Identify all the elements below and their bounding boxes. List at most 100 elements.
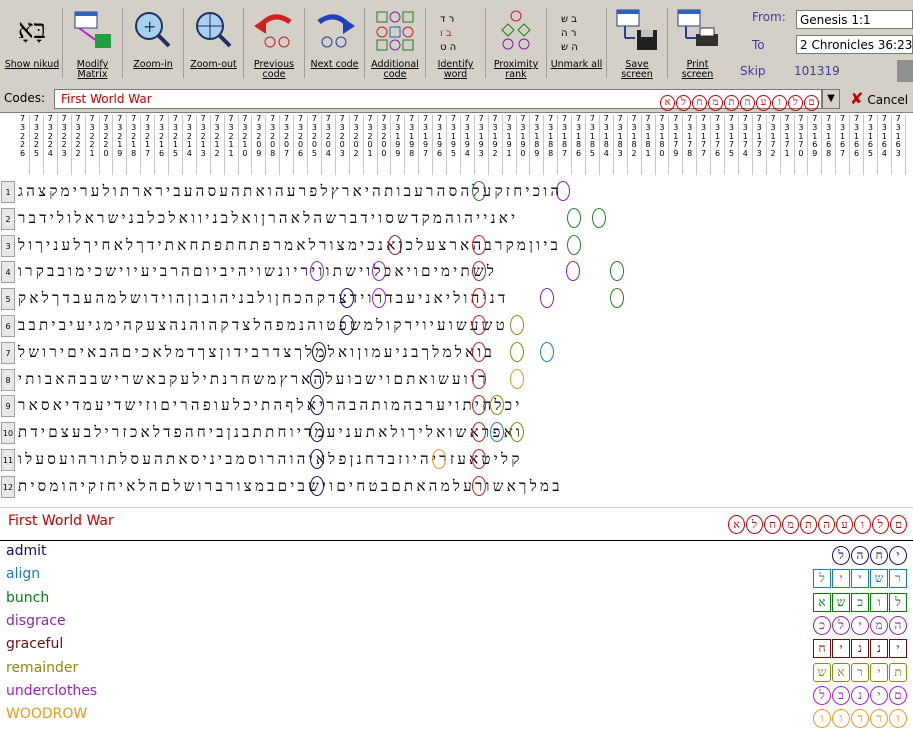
- term-hebrew-letter: ת: [800, 515, 817, 534]
- legend-word[interactable]: remainder: [6, 660, 78, 676]
- letter-matrix: 1 הוכיחזקעלהסהרעבותהיארץלפרעהואתהעסהעבירא…: [0, 177, 913, 507]
- codes-hebrew-letter: ת: [724, 95, 739, 111]
- legend-word[interactable]: align: [6, 566, 40, 582]
- matrix-row[interactable]: יכלחיתויערבהמותהבהריאלףהתיכלעופהריםוזישד…: [18, 393, 908, 418]
- additional-code-button[interactable]: Additional code: [367, 4, 423, 84]
- matrix-row[interactable]: רוועשואתםוישבועלהארץמשחרנתילעקבאשרישבבהא…: [18, 367, 908, 392]
- codes-hebrew-letter: מ: [708, 95, 723, 111]
- column-header: 7 3 2 1 5: [169, 114, 183, 175]
- letter-marker: [540, 341, 554, 362]
- scroll-stub[interactable]: [897, 60, 913, 82]
- cancel-button[interactable]: ✘ Cancel: [850, 88, 913, 110]
- legend-word[interactable]: graceful: [6, 636, 63, 652]
- column-header: 7 3 1 8 2: [628, 114, 642, 175]
- letter-marker: [472, 341, 486, 362]
- modify-matrix-button[interactable]: Modify Matrix: [65, 4, 121, 84]
- legend-letter: ל: [889, 592, 907, 612]
- legend-letter: מ: [870, 615, 888, 635]
- legend-word[interactable]: bunch: [6, 590, 49, 606]
- legend-letters: שארית: [812, 661, 907, 682]
- letter-marker: [340, 315, 354, 335]
- legend-letters: אשכול: [812, 591, 907, 612]
- unmark-all-button[interactable]: ב ש ר ה ה ש Unmark all: [549, 4, 605, 84]
- identify-icon: ר ד ב ו ה ט: [440, 14, 456, 53]
- row-number: 2: [1, 207, 15, 230]
- range-panel: From: Genesis 1:1 To 2 Chronicles 36:23 …: [738, 4, 913, 84]
- codes-hebrew-letter: א: [660, 95, 675, 111]
- save-screen-button[interactable]: Save screen: [609, 4, 665, 84]
- legend-letter: ו: [832, 709, 850, 729]
- column-header: 7 3 1 9 5: [447, 114, 461, 175]
- column-header: 7 3 1 7 9: [669, 114, 684, 175]
- letter-marker: [472, 315, 486, 335]
- previous-code-button[interactable]: Previous code: [246, 4, 302, 84]
- row-number: 5: [1, 288, 15, 311]
- matrix-row[interactable]: ביוןמקרבהארצעלכןאנכימצורלאמרפתחתפתחאתידך…: [18, 233, 908, 258]
- codes-dropdown-button[interactable]: ▼: [822, 89, 840, 109]
- column-header: 7 3 1 8 9: [530, 114, 545, 175]
- printer-icon: [677, 9, 718, 46]
- previous-code-label: Previous code: [253, 59, 295, 80]
- term-hebrew-letter: ח: [764, 515, 781, 534]
- matrix-row[interactable]: לשתימיםויאכלוישתוויריונשויהיביוםהרביעיוי…: [18, 259, 908, 284]
- column-header: 7 3 1 9 0: [516, 114, 531, 175]
- legend-letters: וודרו: [812, 707, 907, 729]
- next-code-button[interactable]: Next code: [307, 4, 363, 84]
- column-header: 7 3 2 0 6: [294, 114, 308, 175]
- identify-word-button[interactable]: ר ד ב ו ה ט Identify word: [428, 4, 484, 84]
- proximity-rank-button[interactable]: Proximity rank: [488, 4, 544, 84]
- svg-text:+: +: [143, 17, 156, 36]
- matrix-row[interactable]: קליטאעזריהיוזבדחנןפלאיהוהרוסמביניסאתהעסל…: [18, 447, 908, 472]
- matrix-row[interactable]: ואפראשואליךולאתעניעמדיוחתתבנןביחהפדלאכזר…: [18, 420, 908, 445]
- matrix-row[interactable]: במלךאשורעלמהאתםבטחיםוישביםבמצורברושלםהלא…: [18, 474, 908, 499]
- column-header: 7 3 1 6 9: [808, 114, 823, 175]
- print-screen-button[interactable]: Print screen: [670, 4, 726, 84]
- column-header: 7 3 2 1 4: [183, 114, 197, 175]
- column-header: 7 3 1 8 0: [655, 114, 670, 175]
- matrix-row[interactable]: הוכיחזקעלהסהרעבותהיארץלפרעהואתהעסהעביראר…: [18, 179, 908, 204]
- letter-marker: [510, 315, 524, 335]
- term-hebrew-letter: ע: [836, 515, 853, 534]
- proximity-rank-label: Proximity rank: [493, 59, 539, 80]
- matrix-row[interactable]: בואלמלךבניעמוןואלמלךצדרבידוןצךדמלאכיםהבא…: [18, 340, 908, 365]
- legend-letter: ה: [851, 546, 869, 565]
- column-header: 7 3 1 7 6: [711, 114, 725, 175]
- column-header: 7 3 1 9 6: [433, 114, 447, 175]
- to-field[interactable]: 2 Chronicles 36:23: [796, 35, 913, 54]
- zoom-out-button[interactable]: Zoom-out: [186, 4, 242, 84]
- letter-marker: [472, 368, 486, 389]
- from-field[interactable]: Genesis 1:1: [796, 10, 913, 29]
- show-nikud-button[interactable]: בָּאָ Show nikud: [4, 4, 60, 84]
- codes-hebrew-letter: ו: [772, 95, 787, 111]
- toolbar-separator: [61, 8, 63, 78]
- column-header: 7 3 2 2 4: [44, 114, 58, 175]
- column-header: 7 3 1 6 7: [836, 114, 851, 175]
- prev-arrow-icon: [254, 14, 292, 48]
- modify-matrix-label: Modify Matrix: [76, 59, 109, 80]
- legend-word[interactable]: disgrace: [6, 613, 66, 629]
- letter-marker: [388, 234, 402, 255]
- matrix-row[interactable]: דניהוליאניעבדרוידצדקהכחןולבניהובוןהוידוש…: [18, 286, 908, 311]
- codes-hebrew-letter: ם: [804, 95, 819, 111]
- matrix-row[interactable]: טשעשועיוירקולמשפטוהנמפהלצדקהוהנהצעקהימגי…: [18, 313, 908, 338]
- legend-word[interactable]: WOODROW: [6, 706, 87, 722]
- letter-marker: [567, 234, 581, 255]
- toolbar-separator: [545, 8, 547, 78]
- codes-combobox[interactable]: First World War אלחמתהעולם: [54, 89, 822, 111]
- codes-hebrew-letter: ע: [756, 95, 771, 111]
- matrix-row[interactable]: יאנייהוהמקדשסוידברשהלאהרןואלבניוואלכלבני…: [18, 206, 908, 231]
- legend-letter: נ: [851, 685, 869, 705]
- legend-letter: ו: [813, 709, 831, 729]
- letter-marker: [312, 341, 326, 362]
- legend-word[interactable]: underclothes: [6, 683, 97, 699]
- legend-word[interactable]: admit: [6, 543, 46, 559]
- letter-marker: [472, 181, 486, 201]
- column-header: 7 3 1 8 4: [600, 114, 614, 175]
- letter-marker: [432, 449, 446, 469]
- legend-letter: ש: [813, 662, 831, 682]
- svg-text:ה ש: ה ש: [561, 42, 578, 52]
- next-arrow-icon: [317, 14, 355, 48]
- column-header: 7 3 2 2 0: [99, 114, 114, 175]
- zoom-in-button[interactable]: + Zoom-in: [125, 4, 181, 84]
- letter-marker: [310, 368, 324, 389]
